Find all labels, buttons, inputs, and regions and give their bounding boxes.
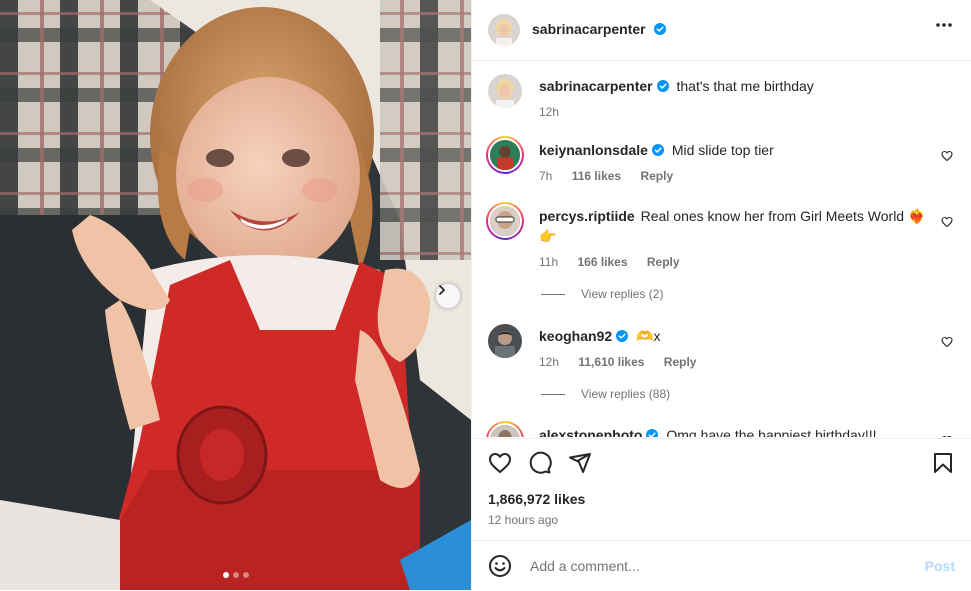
post-comment-button[interactable]: Post xyxy=(925,558,955,574)
comment-body: alexstonephoto Omg have the happiest bir… xyxy=(539,425,927,437)
story-ring[interactable] xyxy=(486,421,524,437)
like-heart-icon[interactable] xyxy=(488,451,512,475)
comment-username[interactable]: keiynanlonsdale xyxy=(539,142,648,158)
caption-username[interactable]: sabrinacarpenter xyxy=(539,78,653,94)
comment-time[interactable]: 11h xyxy=(539,255,558,269)
post-actions xyxy=(472,438,971,491)
caption-text: that's that me birthday xyxy=(676,78,814,94)
emoji-smiley-icon[interactable] xyxy=(488,554,512,578)
post-sidebar: sabrinacarpenter sabrinacarpenter that's… xyxy=(471,0,971,590)
comment-body: keoghan92 🫶x 12h 11,610 likes Reply xyxy=(539,326,927,372)
comment-body: percys.riptiide Real ones know her from … xyxy=(539,206,927,272)
author-avatar[interactable] xyxy=(488,14,520,46)
chevron-right-icon xyxy=(439,285,445,295)
verified-badge-icon xyxy=(656,80,669,92)
comment-likes[interactable]: 11,610 likes xyxy=(578,355,644,369)
view-replies-button[interactable]: View replies (88) xyxy=(541,387,670,401)
post-timestamp[interactable]: 12 hours ago xyxy=(488,513,558,527)
carousel-dot xyxy=(232,572,239,578)
next-slide-button[interactable] xyxy=(436,284,460,308)
comment-bubble-icon[interactable] xyxy=(528,451,552,475)
comment-time[interactable]: 12h xyxy=(539,355,559,369)
verified-badge-icon xyxy=(646,429,659,437)
post-header: sabrinacarpenter xyxy=(472,0,971,61)
verified-badge-icon xyxy=(651,144,664,156)
more-horizontal-icon[interactable] xyxy=(935,22,953,28)
reply-button[interactable]: Reply xyxy=(647,255,680,269)
comment-text: Omg have the happiest birthday!!! xyxy=(666,427,877,437)
caption-body: sabrinacarpenter that's that me birthday… xyxy=(539,76,927,122)
comment-username[interactable]: percys.riptiide xyxy=(539,208,635,224)
comment-likes[interactable]: 166 likes xyxy=(577,255,627,269)
comment-username[interactable]: alexstonephoto xyxy=(539,427,642,437)
caption-avatar[interactable] xyxy=(488,74,522,108)
save-bookmark-icon[interactable] xyxy=(931,451,955,475)
comment-meta: 12h 11,610 likes Reply xyxy=(539,352,927,372)
caption-time[interactable]: 12h xyxy=(539,105,559,119)
comment-meta: 7h 116 likes Reply xyxy=(539,166,927,186)
replies-divider xyxy=(541,393,565,395)
view-replies-label: View replies (2) xyxy=(581,287,664,301)
reply-button[interactable]: Reply xyxy=(640,169,673,183)
comment-body: keiynanlonsdale Mid slide top tier 7h 11… xyxy=(539,140,927,186)
add-comment-input[interactable] xyxy=(528,557,925,575)
like-comment-heart-icon[interactable] xyxy=(941,150,953,162)
share-paper-plane-icon[interactable] xyxy=(568,451,592,475)
comment-meta: 11h 166 likes Reply xyxy=(539,252,927,272)
verified-badge-icon xyxy=(616,330,629,342)
post-dialog: sabrinacarpenter sabrinacarpenter that's… xyxy=(0,0,971,590)
photo-illustration xyxy=(0,0,471,590)
caption-meta: 12h xyxy=(539,102,927,122)
comment-text: 🫶x xyxy=(636,328,661,344)
commenter-avatar[interactable] xyxy=(488,324,522,358)
carousel-indicator xyxy=(0,572,471,578)
like-comment-heart-icon[interactable] xyxy=(941,336,953,348)
likes-count[interactable]: 1,866,972 likes xyxy=(488,491,585,507)
story-ring[interactable] xyxy=(486,202,524,240)
comments-list[interactable]: sabrinacarpenter that's that me birthday… xyxy=(472,61,971,437)
commenter-avatar xyxy=(488,204,522,238)
comment-time[interactable]: 7h xyxy=(539,169,552,183)
comment-text: Mid slide top tier xyxy=(671,142,774,158)
comment-username[interactable]: keoghan92 xyxy=(539,328,612,344)
view-replies-label: View replies (88) xyxy=(581,387,671,401)
reply-button[interactable]: Reply xyxy=(664,355,697,369)
replies-divider xyxy=(541,293,565,295)
carousel-dot xyxy=(242,572,249,578)
add-comment-bar: Post xyxy=(472,540,971,591)
post-photo[interactable] xyxy=(0,0,471,590)
verified-badge-icon xyxy=(654,23,667,35)
view-replies-button[interactable]: View replies (2) xyxy=(541,287,663,301)
like-comment-heart-icon[interactable] xyxy=(941,435,953,437)
author-username-text: sabrinacarpenter xyxy=(532,21,646,37)
commenter-avatar xyxy=(488,423,522,437)
story-ring[interactable] xyxy=(486,136,524,174)
carousel-dot xyxy=(222,572,229,578)
commenter-avatar xyxy=(488,138,522,172)
author-username[interactable]: sabrinacarpenter xyxy=(532,21,667,39)
like-comment-heart-icon[interactable] xyxy=(941,216,953,228)
comment-likes[interactable]: 116 likes xyxy=(572,169,621,183)
